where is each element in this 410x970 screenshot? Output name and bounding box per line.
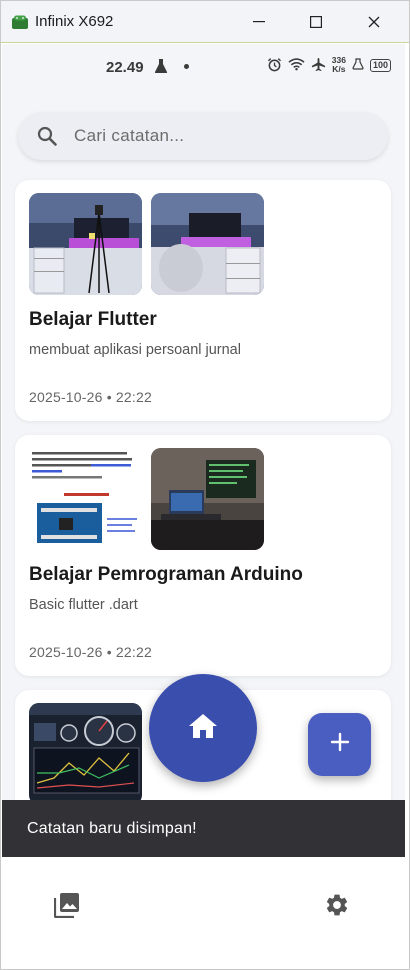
gallery-button[interactable] <box>47 887 87 927</box>
note-title: Belajar Pemrograman Arduino <box>29 564 303 585</box>
desk-setup-photo[interactable] <box>29 193 142 295</box>
window-titlebar: Infinix X692 <box>1 1 409 43</box>
note-description: membuat aplikasi persoanl jurnal <box>29 342 241 358</box>
close-button[interactable] <box>346 1 402 43</box>
network-speed: 336 K/s <box>332 56 346 74</box>
plus-icon <box>330 732 350 757</box>
arduino-post-image[interactable] <box>29 448 142 550</box>
note-description: Basic flutter .dart <box>29 597 138 613</box>
settings-icon <box>324 892 350 923</box>
home-button[interactable] <box>149 674 257 782</box>
status-time: 22.49 <box>106 59 144 76</box>
airplane-icon <box>311 57 326 74</box>
laptop-desk-photo[interactable] <box>151 448 264 550</box>
minimize-button[interactable] <box>231 1 287 43</box>
note-date: 2025-10-26 • 22:22 <box>29 644 152 660</box>
search-bar[interactable] <box>18 112 388 160</box>
note-date: 2025-10-26 • 22:22 <box>29 389 152 405</box>
alarm-icon <box>267 57 282 74</box>
maximize-button[interactable] <box>288 1 344 43</box>
dashboard-gauges-image[interactable] <box>29 703 142 805</box>
snackbar-message: Catatan baru disimpan! <box>27 819 197 837</box>
wifi-icon <box>288 57 305 73</box>
battery-indicator: 100 <box>369 58 391 72</box>
note-card[interactable]: Belajar Flutter membuat aplikasi persoan… <box>15 180 391 421</box>
bottom-navigation <box>2 857 405 949</box>
notification-dot <box>184 64 189 69</box>
note-card[interactable]: Belajar Pemrograman Arduino Basic flutte… <box>15 435 391 676</box>
search-icon <box>36 125 58 147</box>
add-note-button[interactable] <box>308 713 371 776</box>
note-images <box>29 193 264 295</box>
status-bar: 22.49 336 K/s 100 <box>2 44 405 90</box>
status-icons: 336 K/s 100 <box>267 56 391 74</box>
search-input[interactable] <box>74 126 354 146</box>
home-icon <box>188 713 218 744</box>
note-title: Belajar Flutter <box>29 309 157 330</box>
gallery-icon <box>53 892 80 923</box>
desk-setup-photo[interactable] <box>151 193 264 295</box>
snackbar: Catatan baru disimpan! <box>2 800 405 857</box>
note-images <box>29 703 142 805</box>
data-saver-icon <box>352 58 364 72</box>
emulator-window: Infinix X692 22.49 336 K/s 100 Cari cata… <box>0 0 410 970</box>
android-icon <box>11 15 29 29</box>
phone-screen: 22.49 336 K/s 100 Cari catatan... Belaja… <box>2 44 405 949</box>
flask-icon <box>154 58 168 79</box>
settings-button[interactable] <box>317 887 357 927</box>
window-title: Infinix X692 <box>35 13 114 30</box>
note-images <box>29 448 264 550</box>
speed-unit: K/s <box>332 64 346 74</box>
